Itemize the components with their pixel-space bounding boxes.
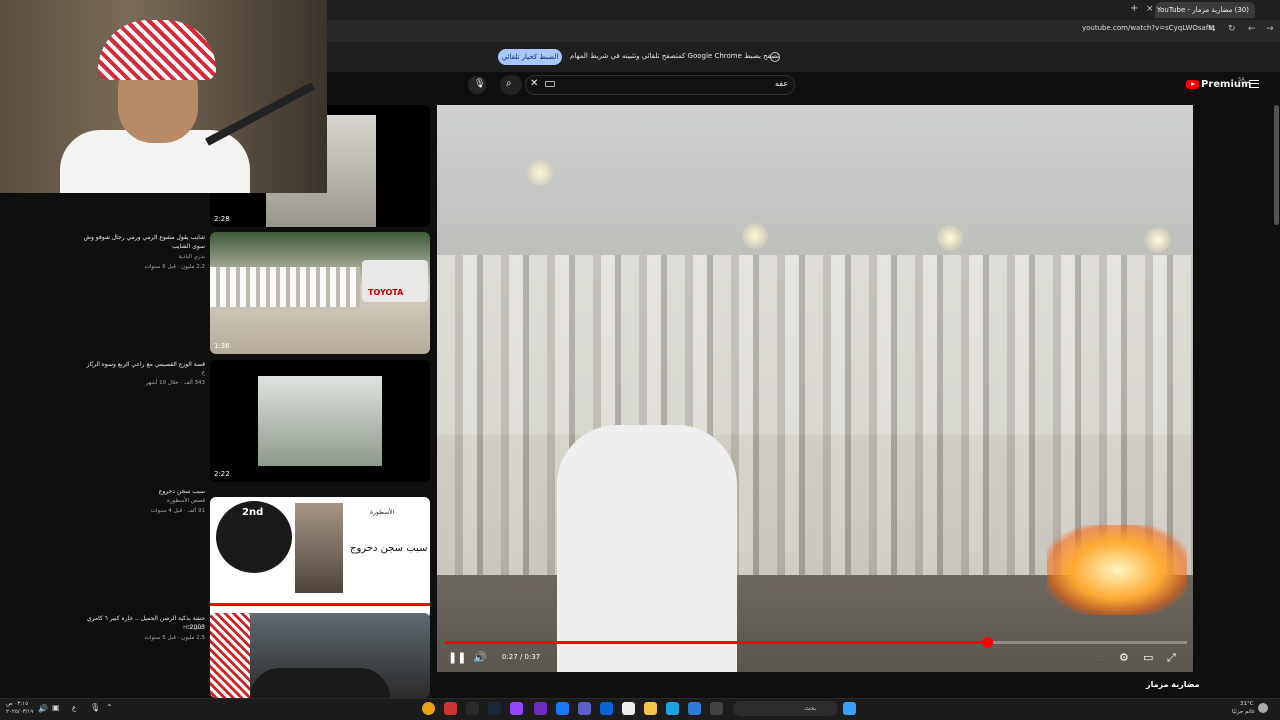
thumb-caption: سبب سجن دحروج: [350, 543, 428, 554]
close-tab-icon[interactable]: ×: [1146, 4, 1154, 14]
weather-temp: 31°C: [1240, 701, 1254, 707]
chrome-icon[interactable]: [422, 702, 435, 715]
network-icon[interactable]: ▣: [52, 703, 60, 712]
fullscreen-icon[interactable]: ⤢: [1167, 651, 1176, 665]
page-scrollbar[interactable]: [1274, 105, 1279, 225]
sidebar-channel[interactable]: بدري البادية: [80, 254, 205, 260]
copilot-icon[interactable]: [688, 702, 701, 715]
mic-icon: 🎙: [474, 79, 486, 89]
sidebar-meta: 91 ألف · قبل 4 سنوات: [150, 508, 205, 514]
progress-scrubber[interactable]: [981, 637, 993, 648]
video-title: مضاربة مزمار: [1146, 680, 1200, 689]
thumb-dashboard: [250, 668, 390, 698]
start-icon[interactable]: [843, 702, 856, 715]
chandelier: [527, 160, 553, 186]
sidebar-channel[interactable]: ع: [80, 370, 205, 376]
video-frame-figure: [557, 425, 737, 672]
theater-mode-icon[interactable]: ▭: [1143, 651, 1153, 664]
progress-played: [445, 641, 987, 644]
youtube-play-icon: [1186, 79, 1199, 89]
sidebar-video-title[interactable]: شايب يقول مشوع الرمي ورمي رجال شوفو وش س…: [80, 233, 205, 251]
wall-lamp: [742, 223, 768, 249]
truck-text: TOYOTA: [368, 288, 404, 297]
region-code: SA: [1238, 77, 1245, 83]
thumb-image: [258, 376, 382, 466]
sidebar-thumbnail[interactable]: 2nd الأسطورة سبب سجن دحروج 0:28: [210, 497, 430, 619]
app-icon[interactable]: [534, 702, 547, 715]
url-field[interactable]: youtube.com/watch?v=sCyqLWOsafM: [1082, 24, 1214, 32]
thumb-badge: 2nd: [242, 507, 264, 518]
subtitles-icon[interactable]: ▭: [1095, 651, 1105, 664]
thumb-truck: TOYOTA: [362, 260, 428, 302]
clear-search-icon[interactable]: ✕: [530, 78, 538, 89]
sidebar-meta: 2.2 مليون · قبل 6 سنوات: [144, 264, 205, 270]
thumb-duration: 2:22: [214, 470, 230, 478]
language-indicator[interactable]: ع: [72, 704, 76, 712]
twitch-icon[interactable]: [510, 702, 523, 715]
keyboard-icon[interactable]: [545, 81, 555, 87]
tray-overflow-icon[interactable]: ⌃: [106, 703, 113, 712]
sidebar-channel[interactable]: كسل HD: [80, 625, 205, 631]
new-tab-icon[interactable]: +: [1130, 3, 1138, 14]
store-icon[interactable]: [622, 702, 635, 715]
search-icon: ⌕: [506, 78, 512, 89]
watched-progress: [210, 603, 430, 606]
sidebar-thumbnail[interactable]: [210, 613, 430, 698]
browser-tab[interactable]: (30) مضاربة مزمار - YouTube: [1155, 2, 1255, 18]
thumb-duration: 0:28: [214, 595, 230, 603]
back-icon[interactable]: ←: [1248, 24, 1256, 34]
tab-title: (30) مضاربة مزمار - YouTube: [1156, 6, 1249, 14]
search-button[interactable]: ⌕: [500, 75, 522, 95]
infobar-text: تصفح بضبط Google Chrome كمتصفح تلقائي وت…: [570, 52, 780, 60]
reload-icon[interactable]: ↻: [1228, 24, 1236, 34]
file-explorer-icon[interactable]: [644, 702, 657, 715]
windows-taskbar: [0, 698, 1280, 720]
clock-time[interactable]: ٠٣:١٥ ص: [6, 701, 28, 707]
thumb-duration: 2:28: [214, 215, 230, 223]
thumb-duration: 1:36: [214, 342, 230, 350]
video-player[interactable]: [437, 105, 1193, 672]
volume-icon[interactable]: 🔊: [473, 651, 487, 664]
obs-icon[interactable]: [444, 702, 457, 715]
weather-desc: غائم جزئيًا: [1232, 709, 1255, 715]
menu-icon[interactable]: [1249, 80, 1259, 88]
sidebar-video-title[interactable]: قصة الوزع القصيمي مع راعي الربع وسوه الر…: [80, 360, 205, 369]
facebook-icon[interactable]: [556, 702, 569, 715]
sidebar-video-title[interactable]: سبب سجن دحروج: [80, 487, 205, 496]
thumb-person: [210, 613, 250, 698]
settings-icon[interactable]: ⚙: [1119, 651, 1129, 664]
thumb-crowd: [210, 267, 360, 307]
sidebar-channel[interactable]: قصص الأسطورة: [80, 498, 205, 504]
thumb-photo: [295, 503, 343, 593]
weather-icon[interactable]: [1258, 703, 1268, 713]
edge-icon[interactable]: [666, 702, 679, 715]
volume-tray-icon[interactable]: 🔊: [38, 704, 48, 713]
pause-icon[interactable]: ❚❚: [448, 651, 466, 664]
video-frame-fire: [1047, 525, 1187, 615]
taskbar-search[interactable]: بحث: [733, 701, 838, 716]
teams-icon[interactable]: [578, 702, 591, 715]
mic-tray-icon[interactable]: 🎙: [90, 703, 100, 712]
wall-lamp: [1145, 227, 1171, 253]
tune-icon[interactable]: ⇆: [1208, 24, 1216, 34]
thumb-logo: 2nd: [216, 501, 292, 573]
voice-search-button[interactable]: 🎙: [468, 76, 486, 94]
sidebar-meta: 2.5 مليون · قبل 5 سنوات: [144, 635, 205, 641]
outlook-icon[interactable]: [600, 702, 613, 715]
steam-icon[interactable]: [488, 702, 501, 715]
task-view-icon[interactable]: [710, 702, 723, 715]
clock-date[interactable]: ٢٠٢٥/٠٣/١٩: [6, 709, 33, 715]
search-input[interactable]: [525, 75, 795, 95]
sidebar-meta: 343 ألف · خلال 10 أشهر: [145, 380, 205, 386]
thumb-top-text: الأسطورة: [370, 509, 395, 516]
sidebar-thumbnail[interactable]: 2:22: [210, 360, 430, 482]
time-display: 0:27 / 0:37: [502, 653, 541, 661]
sidebar-thumbnail[interactable]: TOYOTA 1:36: [210, 232, 430, 354]
wall-lamp: [937, 225, 963, 251]
search-value: عفه: [775, 79, 789, 88]
forward-icon[interactable]: →: [1266, 24, 1274, 34]
capture-icon[interactable]: [466, 702, 479, 715]
set-default-button[interactable]: الضبط كخيار تلقائي: [498, 49, 562, 65]
webcam-overlay: [0, 0, 327, 193]
